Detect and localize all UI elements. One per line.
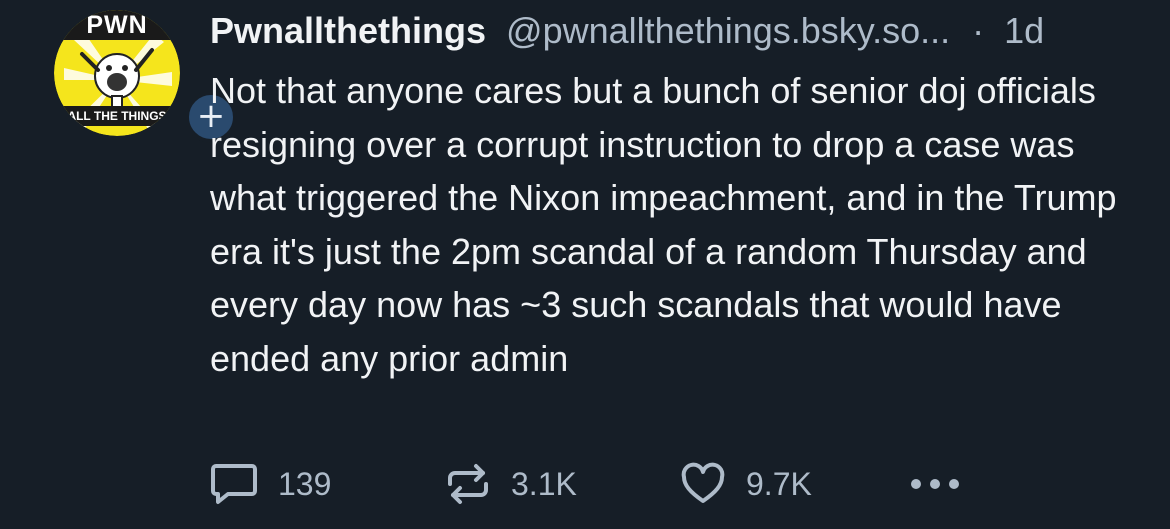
post-header: Pwnallthethings @pwnallthethings.bsky.so… — [210, 8, 1044, 54]
author-handle[interactable]: @pwnallthethings.bsky.so... — [506, 10, 950, 51]
reply-count: 139 — [278, 465, 332, 502]
speech-bubble-icon — [211, 464, 257, 504]
like-button[interactable]: 9.7K — [680, 456, 812, 512]
reply-button[interactable]: 139 — [210, 456, 331, 512]
repost-button[interactable]: 3.1K — [445, 456, 577, 512]
like-count: 9.7K — [746, 465, 812, 502]
avatar[interactable]: PWN ALL THE THINGS — [54, 10, 180, 136]
post-timestamp[interactable]: 1d — [1004, 10, 1044, 51]
post-text: Not that anyone cares but a bunch of sen… — [210, 70, 1117, 379]
post-actions: 139 3.1K 9.7K — [210, 456, 1010, 512]
more-options-button[interactable] — [910, 456, 962, 512]
avatar-text-top: PWN — [86, 11, 148, 39]
avatar-container: PWN ALL THE THINGS + — [54, 10, 237, 143]
time-separator: · — [972, 10, 985, 51]
heart-icon — [681, 462, 725, 503]
avatar-text-bottom: ALL THE THINGS — [67, 109, 167, 123]
author-display-name[interactable]: Pwnallthethings — [210, 10, 486, 51]
ellipsis-icon — [911, 479, 959, 489]
repost-arrows-icon — [448, 464, 488, 504]
repost-count: 3.1K — [511, 465, 577, 502]
